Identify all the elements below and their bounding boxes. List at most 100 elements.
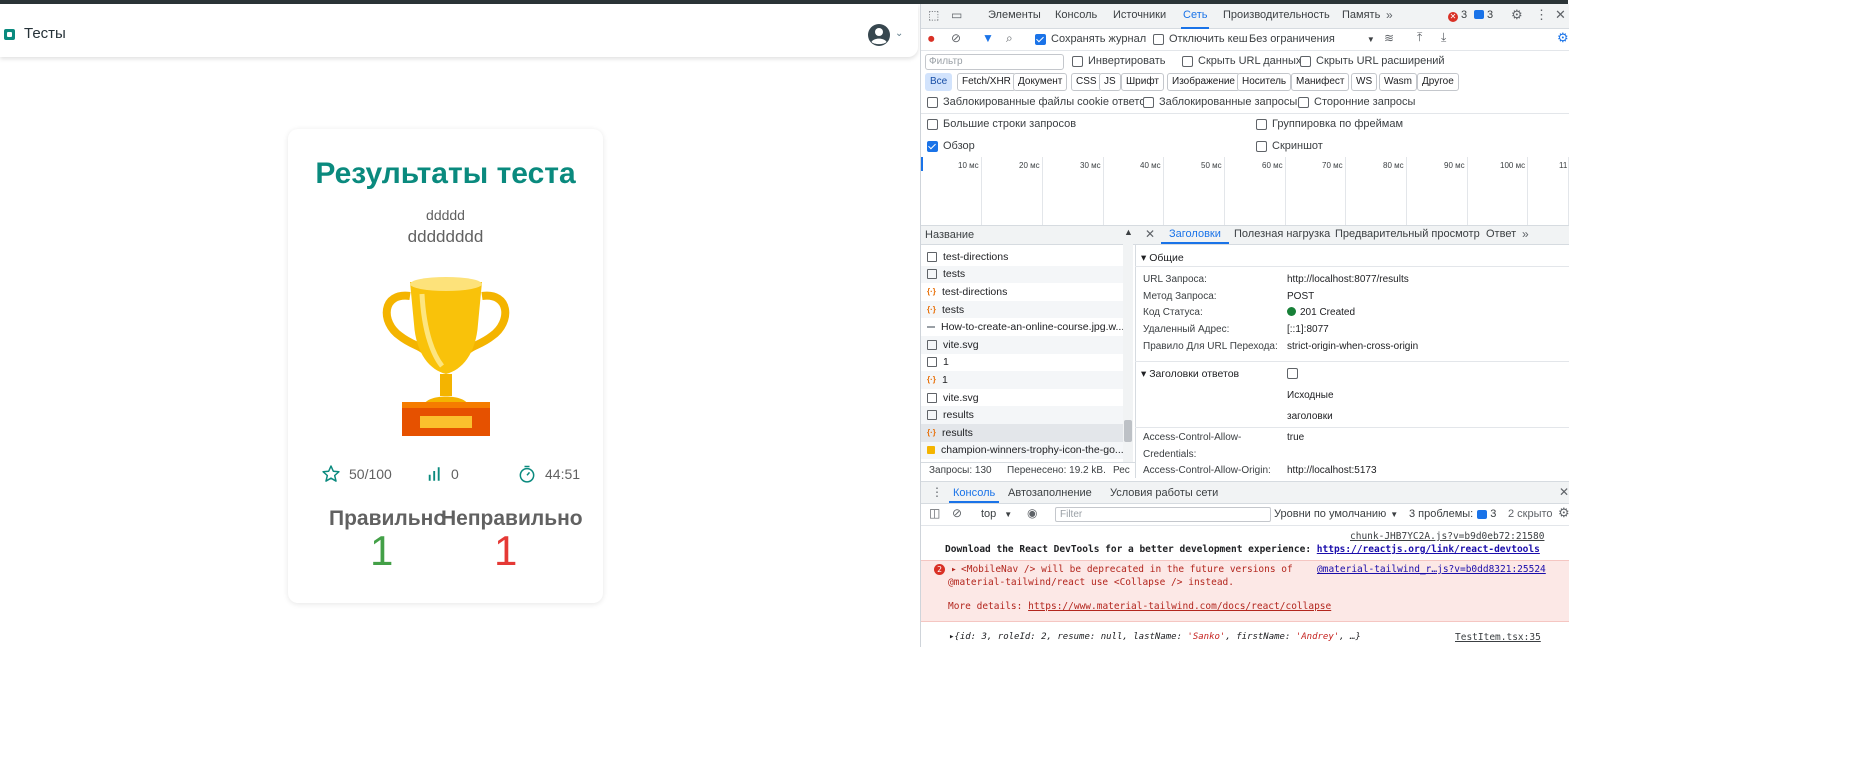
request-row[interactable]: {·} 1	[921, 371, 1127, 389]
tab-response[interactable]: Ответ	[1486, 228, 1516, 240]
record-stop-icon[interactable]: ⏺	[928, 31, 935, 47]
chip-image[interactable]: Изображение	[1167, 73, 1240, 91]
clear-console-icon[interactable]: ⊘	[952, 506, 962, 520]
chip-other[interactable]: Другое	[1417, 73, 1459, 91]
message-source-link[interactable]: chunk-JHB7YC2A.js?v=b9d0eb72:21580	[1350, 531, 1544, 542]
big-rows-box[interactable]	[927, 118, 938, 130]
response-headers-toggle[interactable]: ▾ Заголовки ответов	[1141, 368, 1239, 380]
sidebar-toggle-icon[interactable]: ◫	[929, 506, 940, 520]
log-levels-select[interactable]: Уровни по умолчанию ▼	[1274, 508, 1398, 520]
search-icon[interactable]: ⌕	[1006, 31, 1013, 46]
hide-ext-urls-box[interactable]	[1300, 55, 1311, 67]
request-row[interactable]: tests	[921, 265, 1127, 284]
request-row[interactable]: 1	[921, 354, 1127, 372]
tab-performance[interactable]: Производительность	[1223, 9, 1330, 21]
overview-checkbox[interactable]: Обзор	[927, 140, 975, 152]
tab-preview[interactable]: Предварительный просмотр	[1335, 228, 1480, 240]
tab-sources[interactable]: Источники	[1113, 9, 1166, 21]
raw-headers-checkbox[interactable]	[1287, 368, 1303, 379]
brand-logo-icon[interactable]	[4, 29, 15, 40]
close-drawer-icon[interactable]: ✕	[1559, 485, 1569, 499]
disable-cache-box[interactable]	[1153, 33, 1164, 45]
screenshot-checkbox[interactable]: Скриншот	[1256, 140, 1323, 152]
device-toggle-icon[interactable]: ▭	[951, 8, 962, 22]
request-row[interactable]: {·} tests	[921, 300, 1127, 319]
filter-funnel-icon[interactable]: ▼	[982, 31, 994, 45]
tab-headers[interactable]: Заголовки	[1161, 228, 1229, 244]
request-row[interactable]: champion-winners-trophy-icon-the-go...	[921, 441, 1127, 460]
console-filter-input[interactable]: Filter	[1055, 507, 1271, 522]
live-expression-eye-icon[interactable]: ◉	[1027, 506, 1037, 520]
chip-wasm[interactable]: Wasm	[1379, 73, 1417, 91]
chip-document[interactable]: Документ	[1013, 73, 1068, 91]
hide-data-urls-checkbox[interactable]: Скрыть URL данных	[1182, 55, 1301, 67]
context-select[interactable]: top ▼	[981, 508, 1012, 520]
hide-data-urls-box[interactable]	[1182, 55, 1193, 67]
big-rows-checkbox[interactable]: Большие строки запросов	[927, 118, 1076, 130]
drawer-tab-network-conditions[interactable]: Условия работы сети	[1110, 487, 1218, 499]
disable-cache-checkbox[interactable]: Отключить кеш	[1153, 33, 1248, 45]
chip-media[interactable]: Носитель	[1237, 73, 1292, 91]
import-har-icon[interactable]: ⤒	[1417, 30, 1422, 45]
settings-gear-icon[interactable]: ⚙	[1511, 7, 1523, 23]
raw-headers-box[interactable]	[1287, 368, 1298, 379]
issues-button[interactable]: 3 проблемы: 3	[1409, 508, 1496, 520]
group-frames-checkbox[interactable]: Группировка по фреймам	[1256, 118, 1403, 130]
chip-font[interactable]: Шрифт	[1121, 73, 1164, 91]
drawer-tab-console[interactable]: Консоль	[948, 487, 1000, 503]
close-devtools-icon[interactable]: ✕	[1555, 7, 1566, 23]
tab-network[interactable]: Сеть	[1180, 9, 1210, 29]
sort-up-icon[interactable]: ▲	[1124, 227, 1133, 237]
request-row[interactable]: test-directions	[921, 248, 1127, 266]
preserve-log-box[interactable]	[1035, 33, 1046, 45]
blocked-requests-box[interactable]	[1143, 96, 1154, 108]
scrollbar-thumb[interactable]	[1124, 420, 1132, 442]
request-row[interactable]: vite.svg	[921, 336, 1127, 354]
collapse-docs-link[interactable]: https://www.material-tailwind.com/docs/r…	[1028, 601, 1331, 612]
message-source-link[interactable]: @material-tailwind_r…js?v=b0dd8321:25524	[1317, 564, 1546, 575]
user-avatar-icon[interactable]	[867, 23, 891, 47]
tab-payload[interactable]: Полезная нагрузка	[1234, 228, 1330, 240]
request-row[interactable]: {·} results	[921, 424, 1127, 442]
clear-icon[interactable]: ⊘	[951, 31, 961, 45]
more-tabs-icon[interactable]: »	[1522, 227, 1529, 241]
blocked-cookies-checkbox[interactable]: Заблокированные файлы cookie ответов	[927, 96, 1151, 108]
tab-memory[interactable]: Память	[1342, 9, 1380, 21]
chip-fetch-xhr[interactable]: Fetch/XHR	[957, 73, 1016, 91]
invert-checkbox[interactable]: Инвертировать	[1072, 55, 1165, 67]
throttling-select[interactable]: Без ограничения ▼	[1249, 33, 1375, 45]
more-menu-icon[interactable]: ⋮	[1535, 7, 1548, 23]
blocked-requests-checkbox[interactable]: Заблокированные запросы	[1143, 96, 1297, 108]
chip-css[interactable]: CSS	[1071, 73, 1102, 91]
chip-manifest[interactable]: Манифест	[1291, 73, 1350, 91]
third-party-box[interactable]	[1298, 96, 1309, 108]
tab-elements[interactable]: Элементы	[988, 9, 1041, 21]
hide-ext-urls-checkbox[interactable]: Скрыть URL расширений	[1300, 55, 1445, 67]
request-list-scrollbar[interactable]	[1123, 244, 1133, 462]
chip-all[interactable]: Все	[925, 73, 953, 91]
screenshot-box[interactable]	[1256, 140, 1267, 152]
react-devtools-link[interactable]: https://reactjs.org/link/react-devtools	[1317, 544, 1540, 555]
tab-console[interactable]: Консоль	[1055, 9, 1097, 21]
request-row[interactable]: vite.svg	[921, 389, 1127, 407]
overview-box[interactable]	[927, 140, 938, 152]
app-title[interactable]: Тесты	[24, 25, 66, 42]
console-object-log[interactable]: ▸{id: 3, roleId: 2, resume: null, lastNa…	[949, 632, 1361, 642]
network-settings-icon[interactable]: ⚙	[1557, 30, 1569, 46]
close-details-icon[interactable]: ✕	[1145, 227, 1155, 241]
message-source-link[interactable]: TestItem.tsx:35	[1455, 632, 1541, 643]
preserve-log-checkbox[interactable]: Сохранять журнал	[1035, 33, 1146, 45]
drawer-menu-icon[interactable]: ⋮	[931, 485, 943, 499]
more-tabs-icon[interactable]: »	[1386, 8, 1393, 22]
group-frames-box[interactable]	[1256, 118, 1267, 130]
chevron-down-icon[interactable]: ⌄	[895, 28, 903, 39]
request-row[interactable]: results	[921, 406, 1127, 424]
expand-triangle-icon[interactable]: ▸	[951, 564, 957, 575]
request-url-value[interactable]: http://localhost:8077/results	[1287, 274, 1409, 285]
messages-badge[interactable]: 3	[1474, 9, 1493, 21]
invert-box[interactable]	[1072, 55, 1083, 67]
chip-js[interactable]: JS	[1099, 73, 1121, 91]
network-filter-input[interactable]: Фильтр	[925, 54, 1064, 70]
third-party-checkbox[interactable]: Сторонние запросы	[1298, 96, 1415, 108]
drawer-tab-autofill[interactable]: Автозаполнение	[1008, 487, 1092, 499]
